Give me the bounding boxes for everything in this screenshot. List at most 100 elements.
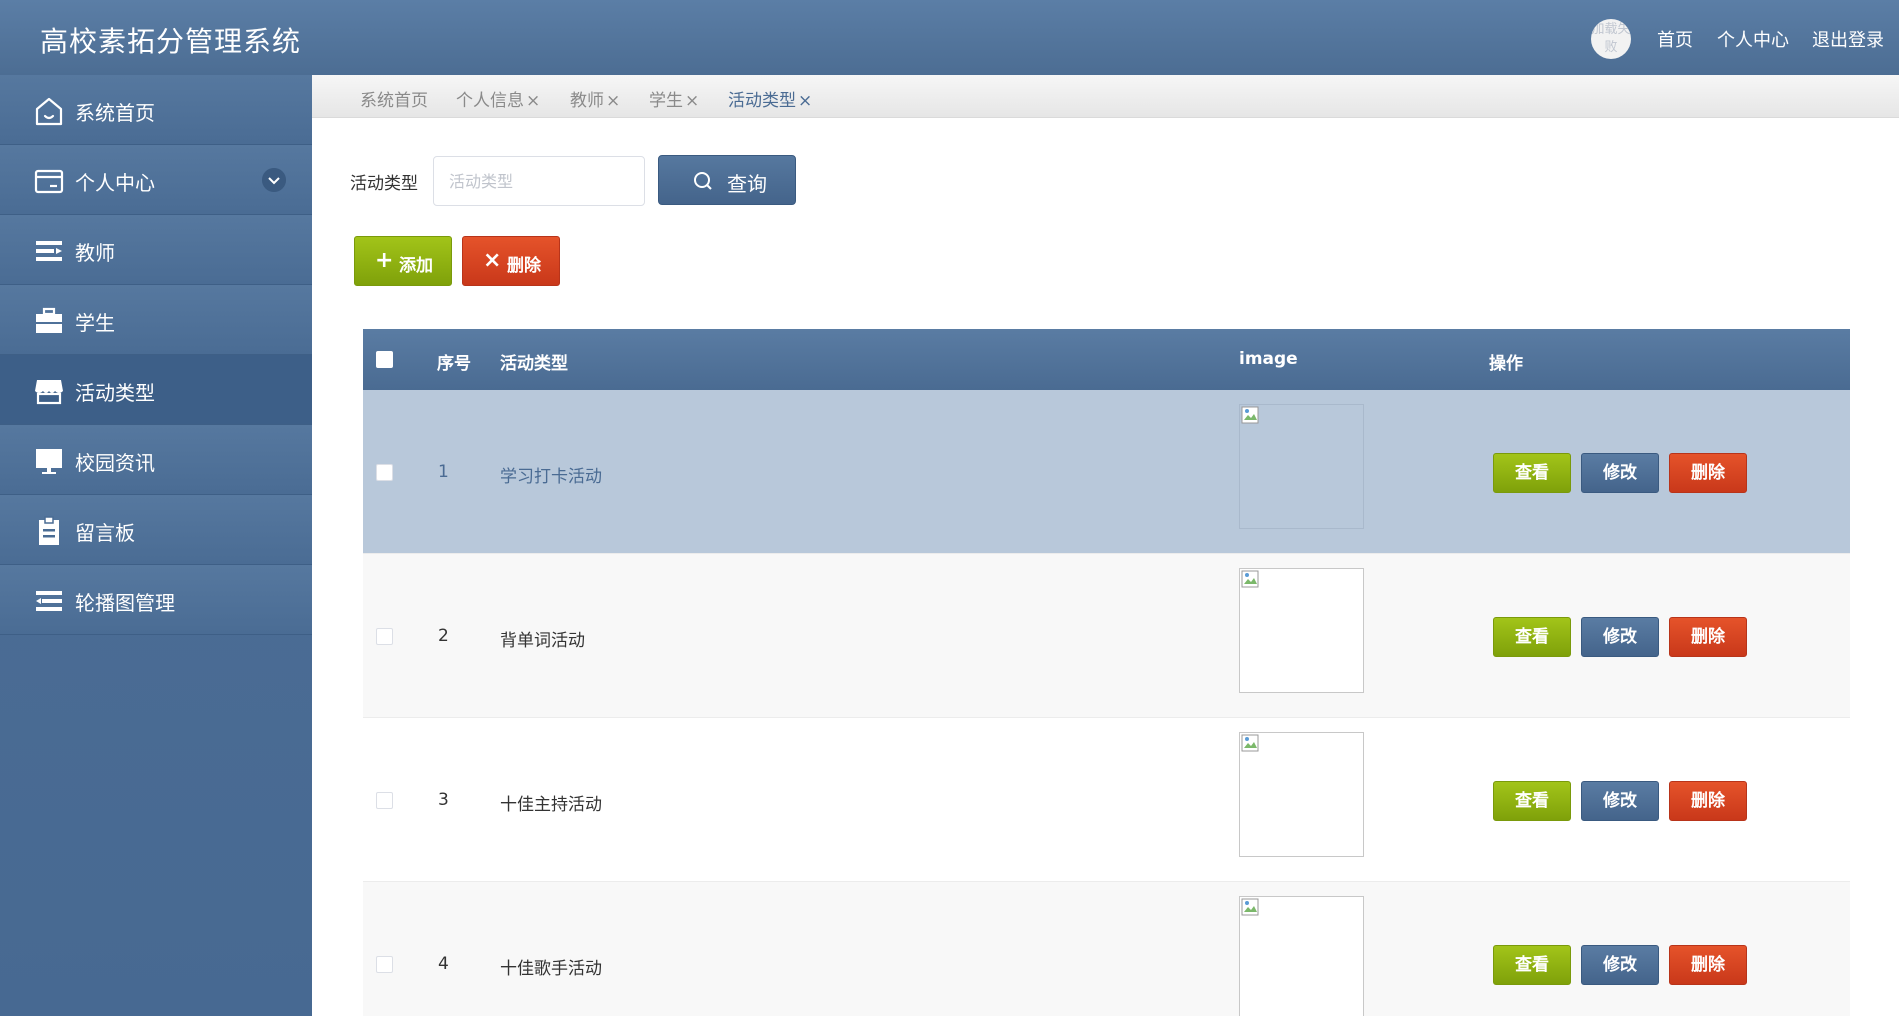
sidebar-item-message-board[interactable]: 留言板	[0, 495, 312, 565]
header-logout-link[interactable]: 退出登录	[1812, 26, 1884, 52]
clipboard-icon	[39, 516, 59, 545]
tab-home[interactable]: 系统首页	[360, 86, 428, 111]
close-icon[interactable]: ×	[685, 91, 699, 111]
row-image	[1239, 404, 1364, 529]
sidebar-item-home[interactable]: 系统首页	[0, 75, 312, 145]
sidebar-item-label: 留言板	[75, 521, 135, 545]
delete-button[interactable]: 删除	[1669, 617, 1747, 657]
briefcase-icon	[36, 307, 62, 333]
delete-button[interactable]: 删除	[1669, 781, 1747, 821]
table-row[interactable]: 1 学习打卡活动 查看 修改 删除	[363, 390, 1850, 554]
sidebar-item-teachers[interactable]: 教师	[0, 215, 312, 285]
broken-image-icon	[1241, 570, 1259, 588]
tab-label: 教师	[570, 91, 604, 111]
close-icon[interactable]: ×	[526, 91, 540, 111]
menu-lines-icon	[36, 591, 62, 611]
top-header: 高校素拓分管理系统 加载失败 首页 个人中心 退出登录	[0, 0, 1899, 75]
wallet-icon	[34, 169, 64, 194]
view-button[interactable]: 查看	[1493, 781, 1571, 821]
sidebar-item-carousel[interactable]: 轮播图管理	[0, 565, 312, 635]
select-all-checkbox[interactable]	[376, 351, 393, 368]
search-button[interactable]: 查询	[658, 155, 796, 205]
row-activity-type: 十佳主持活动	[500, 795, 602, 815]
header-profile-link[interactable]: 个人中心	[1717, 26, 1789, 52]
search-label: 活动类型	[350, 174, 418, 194]
row-activity-type: 背单词活动	[500, 631, 585, 651]
sidebar-item-label: 校园资讯	[75, 451, 155, 475]
row-checkbox[interactable]	[376, 956, 393, 973]
row-checkbox[interactable]	[376, 792, 393, 809]
row-index: 4	[438, 954, 449, 974]
broken-image-icon	[1241, 406, 1259, 424]
row-index: 2	[438, 626, 449, 646]
tab-personal-info[interactable]: 个人信息 ×	[456, 86, 540, 111]
sidebar-item-label: 教师	[75, 241, 115, 265]
sidebar-item-label: 活动类型	[75, 381, 155, 405]
column-header-index: 序号	[437, 354, 471, 374]
sidebar-item-label: 轮播图管理	[75, 591, 175, 615]
tab-activity-types[interactable]: 活动类型 ×	[728, 86, 812, 111]
tab-students[interactable]: 学生 ×	[649, 86, 699, 111]
tab-label: 学生	[649, 91, 683, 111]
column-header-image: image	[1239, 349, 1298, 369]
sidebar-item-label: 个人中心	[75, 171, 155, 195]
view-button[interactable]: 查看	[1493, 453, 1571, 493]
column-header-actions: 操作	[1489, 354, 1523, 374]
sidebar-item-label: 系统首页	[75, 101, 155, 125]
sidebar: 系统首页 个人中心 教师 学生 活动类型 校园资讯 留言板 轮播图管理	[0, 75, 312, 1016]
monitor-icon	[36, 449, 62, 474]
sidebar-item-profile[interactable]: 个人中心	[0, 145, 312, 215]
table-row[interactable]: 3 十佳主持活动 查看 修改 删除	[363, 718, 1850, 882]
broken-image-icon	[1241, 898, 1259, 916]
row-image	[1239, 896, 1364, 1016]
tab-label: 系统首页	[360, 91, 428, 111]
view-button[interactable]: 查看	[1493, 617, 1571, 657]
table-row[interactable]: 4 十佳歌手活动 查看 修改 删除	[363, 882, 1850, 1016]
sidebar-item-students[interactable]: 学生	[0, 285, 312, 355]
home-icon	[35, 97, 63, 126]
row-image	[1239, 568, 1364, 693]
delete-button[interactable]: 删除	[1669, 945, 1747, 985]
avatar[interactable]: 加载失败	[1591, 19, 1631, 59]
close-icon: ×	[483, 248, 502, 273]
sidebar-item-activity-types[interactable]: 活动类型	[0, 355, 312, 425]
edit-button[interactable]: 修改	[1581, 945, 1659, 985]
batch-delete-button[interactable]: × 删除	[462, 236, 560, 286]
row-activity-type: 学习打卡活动	[500, 467, 602, 487]
app-title: 高校素拓分管理系统	[40, 25, 302, 58]
row-activity-type: 十佳歌手活动	[500, 959, 602, 979]
tab-label: 个人信息	[456, 91, 524, 111]
row-index: 3	[438, 790, 449, 810]
tab-teachers[interactable]: 教师 ×	[570, 86, 620, 111]
edit-button[interactable]: 修改	[1581, 453, 1659, 493]
close-icon[interactable]: ×	[798, 91, 812, 111]
row-image	[1239, 732, 1364, 857]
view-button[interactable]: 查看	[1493, 945, 1571, 985]
edit-button[interactable]: 修改	[1581, 617, 1659, 657]
header-home-link[interactable]: 首页	[1657, 26, 1693, 52]
activity-type-table: 序号 活动类型 image 操作 1 学习打卡活动 查看 修改 删除 2 背单词…	[363, 329, 1850, 1016]
list-icon	[36, 241, 62, 261]
column-header-type: 活动类型	[500, 354, 568, 374]
sidebar-item-label: 学生	[75, 311, 115, 335]
close-icon[interactable]: ×	[606, 91, 620, 111]
search-input[interactable]	[433, 156, 645, 206]
row-checkbox[interactable]	[376, 628, 393, 645]
add-button[interactable]: + 添加	[354, 236, 452, 286]
row-checkbox[interactable]	[376, 464, 393, 481]
add-button-label: 添加	[399, 256, 433, 276]
broken-image-icon	[1241, 734, 1259, 752]
table-header: 序号 活动类型 image 操作	[363, 329, 1850, 390]
search-icon	[694, 172, 712, 190]
store-icon	[35, 380, 63, 405]
delete-button-label: 删除	[507, 256, 541, 276]
edit-button[interactable]: 修改	[1581, 781, 1659, 821]
tab-label: 活动类型	[728, 91, 796, 111]
table-row[interactable]: 2 背单词活动 查看 修改 删除	[363, 554, 1850, 718]
search-button-label: 查询	[727, 172, 767, 196]
delete-button[interactable]: 删除	[1669, 453, 1747, 493]
tab-bar: 系统首页 个人信息 × 教师 × 学生 × 活动类型 ×	[312, 75, 1899, 118]
sidebar-item-campus-news[interactable]: 校园资讯	[0, 425, 312, 495]
chevron-down-icon[interactable]	[262, 168, 286, 192]
row-index: 1	[438, 462, 449, 482]
